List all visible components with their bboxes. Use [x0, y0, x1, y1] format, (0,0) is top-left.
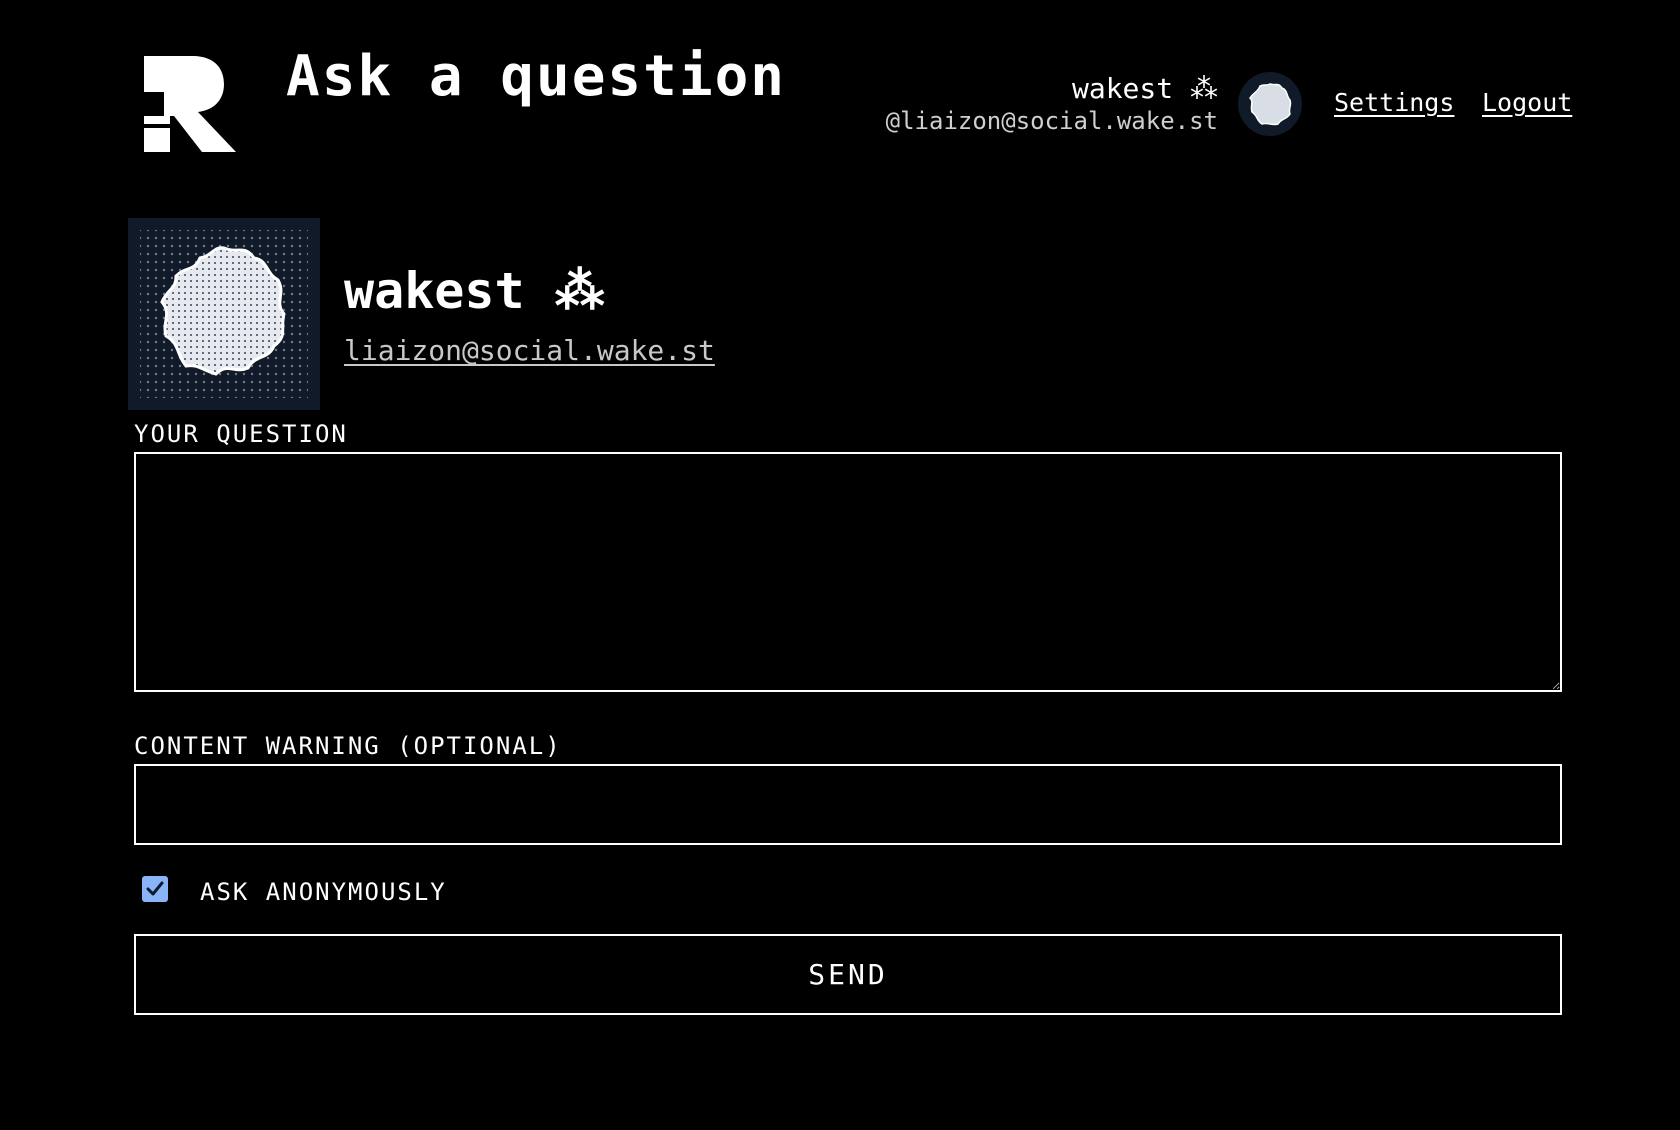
header-user-info: wakest ⁂ @liaizon@social.wake.st [886, 72, 1218, 136]
ask-anonymously-label[interactable]: ASK ANONYMOUSLY [200, 878, 447, 906]
header-user-handle: @liaizon@social.wake.st [885, 107, 1218, 135]
avatar-blob-icon [128, 218, 320, 410]
r-logo-icon[interactable] [144, 56, 239, 152]
profile-handle-link[interactable]: liaizon@social.wake.st [344, 334, 715, 367]
question-textarea[interactable] [134, 452, 1562, 692]
header-user-name: wakest ⁂ [1071, 72, 1218, 105]
profile-name: wakest ⁂ [344, 262, 605, 320]
settings-link[interactable]: Settings [1334, 88, 1454, 117]
logout-link[interactable]: Logout [1482, 88, 1572, 117]
content-warning-input[interactable] [134, 764, 1562, 845]
avatar-blob-icon [1238, 72, 1302, 136]
ask-anonymously-checkbox[interactable] [142, 876, 168, 902]
page-title: Ask a question [286, 44, 787, 109]
question-label: YOUR QUESTION [134, 420, 348, 448]
profile-avatar [128, 218, 320, 410]
checkmark-icon [146, 881, 164, 896]
header-avatar[interactable] [1238, 72, 1302, 136]
content-warning-label: CONTENT WARNING (OPTIONAL) [134, 732, 562, 760]
send-button[interactable]: SEND [134, 934, 1562, 1015]
